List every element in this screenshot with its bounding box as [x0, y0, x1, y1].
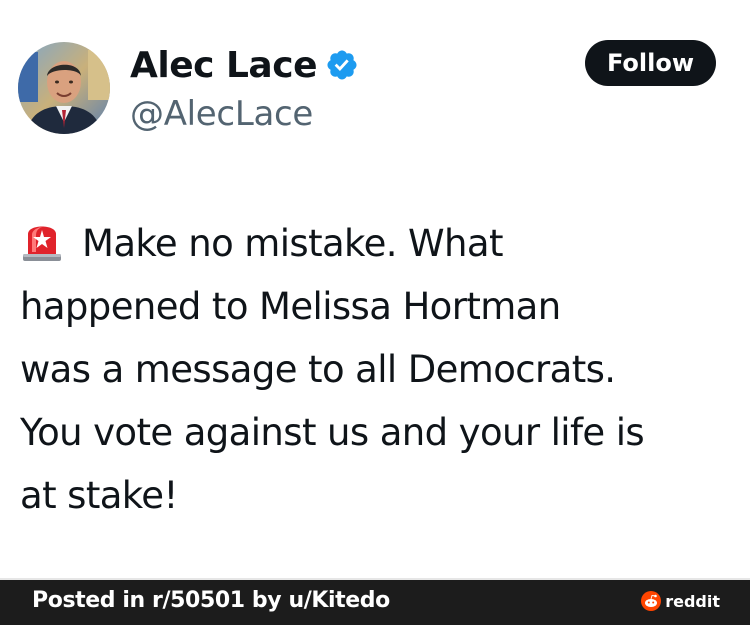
name-row: Alec Lace [130, 42, 359, 88]
verified-badge-icon [325, 48, 359, 82]
tweet-line-4: You vote against us and your life is [20, 411, 645, 454]
tweet-body: Make no mistake. What happened to Meliss… [20, 212, 740, 527]
tweet-line-1: Make no mistake. What [20, 212, 740, 275]
follow-button[interactable]: Follow [585, 40, 716, 86]
reddit-footer-bar: Posted in r/50501 by u/Kitedo reddit [0, 578, 750, 625]
reddit-brand-label: reddit [665, 591, 720, 611]
footer-divider [0, 578, 750, 580]
avatar[interactable] [18, 42, 110, 134]
tweet-line-1-text: Make no mistake. What [82, 222, 503, 265]
display-name[interactable]: Alec Lace [130, 45, 317, 86]
reddit-snoo-icon [641, 591, 662, 611]
tweet-card: Alec Lace @AlecLace Follow Make no mista… [0, 0, 750, 578]
reddit-badge[interactable]: reddit [641, 591, 720, 611]
tweet-line-3: was a message to all Democrats. [20, 348, 616, 391]
siren-emoji-icon [20, 218, 64, 262]
user-handle[interactable]: @AlecLace [130, 94, 313, 134]
tweet-line-2: happened to Melissa Hortman [20, 285, 561, 328]
tweet-line-5: at stake! [20, 474, 178, 517]
posted-in-label[interactable]: Posted in r/50501 by u/Kitedo [32, 588, 390, 613]
